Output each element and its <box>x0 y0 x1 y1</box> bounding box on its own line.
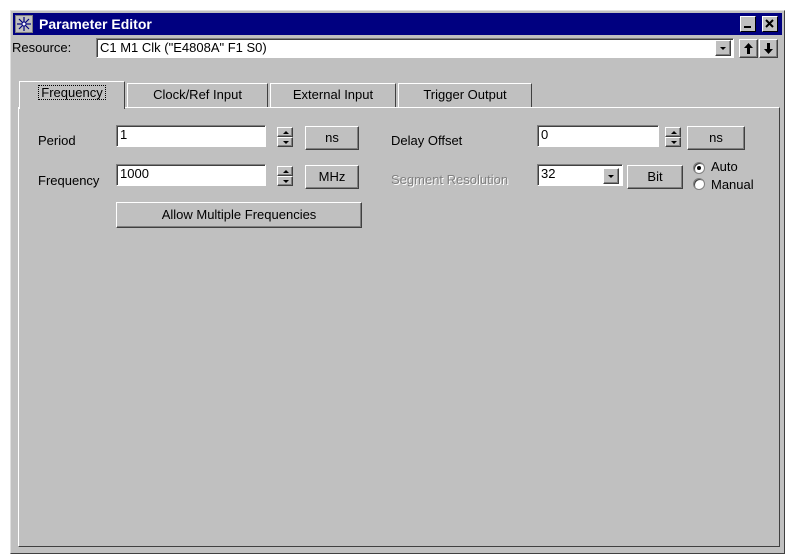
frequency-unit: MHz <box>318 169 346 184</box>
resource-up-button[interactable] <box>739 39 758 58</box>
spin-up-icon <box>671 131 677 134</box>
resource-select[interactable]: C1 M1 Clk ("E4808A" F1 S0) <box>96 38 734 58</box>
auto-label[interactable]: Auto <box>711 159 738 174</box>
spin-down-button[interactable] <box>665 137 681 147</box>
frequency-unit-button[interactable]: MHz <box>305 165 359 189</box>
period-unit: ns <box>325 130 339 145</box>
segment-resolution-unit: Bit <box>647 169 663 184</box>
tab-frequency-label: Frequency <box>38 85 106 100</box>
title-bar[interactable]: Parameter Editor <box>13 13 782 35</box>
manual-label[interactable]: Manual <box>711 177 754 192</box>
frequency-value: 1000 <box>120 166 149 181</box>
period-value: 1 <box>120 127 128 142</box>
tab-label: Trigger Output <box>423 87 507 102</box>
period-unit-button[interactable]: ns <box>305 126 359 150</box>
window-title: Parameter Editor <box>39 16 152 32</box>
parameter-editor-window: Parameter Editor Resource: C1 M1 Clk ("E… <box>10 10 785 554</box>
delay-offset-spinner[interactable] <box>665 127 681 147</box>
frequency-label: Frequency <box>38 173 100 188</box>
radio-selected-dot <box>697 166 701 170</box>
spin-down-button[interactable] <box>277 137 293 147</box>
resource-label: Resource: <box>12 40 72 55</box>
segment-resolution-label: Segment Resolution <box>391 172 509 187</box>
spin-up-button[interactable] <box>665 127 681 137</box>
spin-down-button[interactable] <box>277 176 293 186</box>
spin-down-icon <box>283 180 289 183</box>
delay-offset-value: 0 <box>541 127 549 142</box>
spin-down-icon <box>283 141 289 144</box>
allow-multiple-label: Allow Multiple Frequencies <box>161 207 317 222</box>
spin-up-button[interactable] <box>277 127 293 137</box>
resource-value: C1 M1 Clk ("E4808A" F1 S0) <box>100 40 267 55</box>
close-button[interactable] <box>762 16 778 32</box>
tab-frequency[interactable]: Frequency <box>19 81 125 109</box>
tab-trigger-output[interactable]: Trigger Output <box>398 83 532 107</box>
manual-radio[interactable] <box>693 178 705 190</box>
segment-resolution-unit-button[interactable]: Bit <box>627 165 683 189</box>
tab-external-input[interactable]: External Input <box>270 83 396 107</box>
minimize-icon <box>744 26 751 28</box>
allow-multiple-frequencies-button[interactable]: Allow Multiple Frequencies <box>116 202 362 228</box>
resource-down-button[interactable] <box>759 39 778 58</box>
auto-radio[interactable] <box>693 162 705 174</box>
chevron-down-icon <box>720 47 726 50</box>
spin-up-icon <box>283 131 289 134</box>
minimize-button[interactable] <box>740 16 756 32</box>
delay-offset-input[interactable]: 0 <box>537 125 659 147</box>
frequency-spinner[interactable] <box>277 166 293 186</box>
arrow-up-icon <box>744 43 753 54</box>
arrow-down-icon <box>764 43 773 54</box>
tab-label: External Input <box>292 87 374 102</box>
tab-clock-ref-input[interactable]: Clock/Ref Input <box>127 83 268 107</box>
starburst-icon[interactable] <box>15 15 33 33</box>
segment-resolution-dropdown-button[interactable] <box>603 168 619 184</box>
delay-offset-unit-button[interactable]: ns <box>687 126 745 150</box>
spin-up-button[interactable] <box>277 166 293 176</box>
resource-dropdown-button[interactable] <box>715 40 731 56</box>
segment-resolution-value: 32 <box>541 166 556 181</box>
tab-label: Clock/Ref Input <box>153 87 242 102</box>
close-icon <box>765 19 774 28</box>
period-spinner[interactable] <box>277 127 293 147</box>
spin-up-icon <box>283 170 289 173</box>
delay-offset-unit: ns <box>709 130 723 145</box>
spin-down-icon <box>671 141 677 144</box>
period-label: Period <box>38 133 76 148</box>
delay-offset-label: Delay Offset <box>391 133 463 148</box>
period-input[interactable]: 1 <box>116 125 266 147</box>
frequency-input[interactable]: 1000 <box>116 164 266 186</box>
chevron-down-icon <box>608 175 614 178</box>
